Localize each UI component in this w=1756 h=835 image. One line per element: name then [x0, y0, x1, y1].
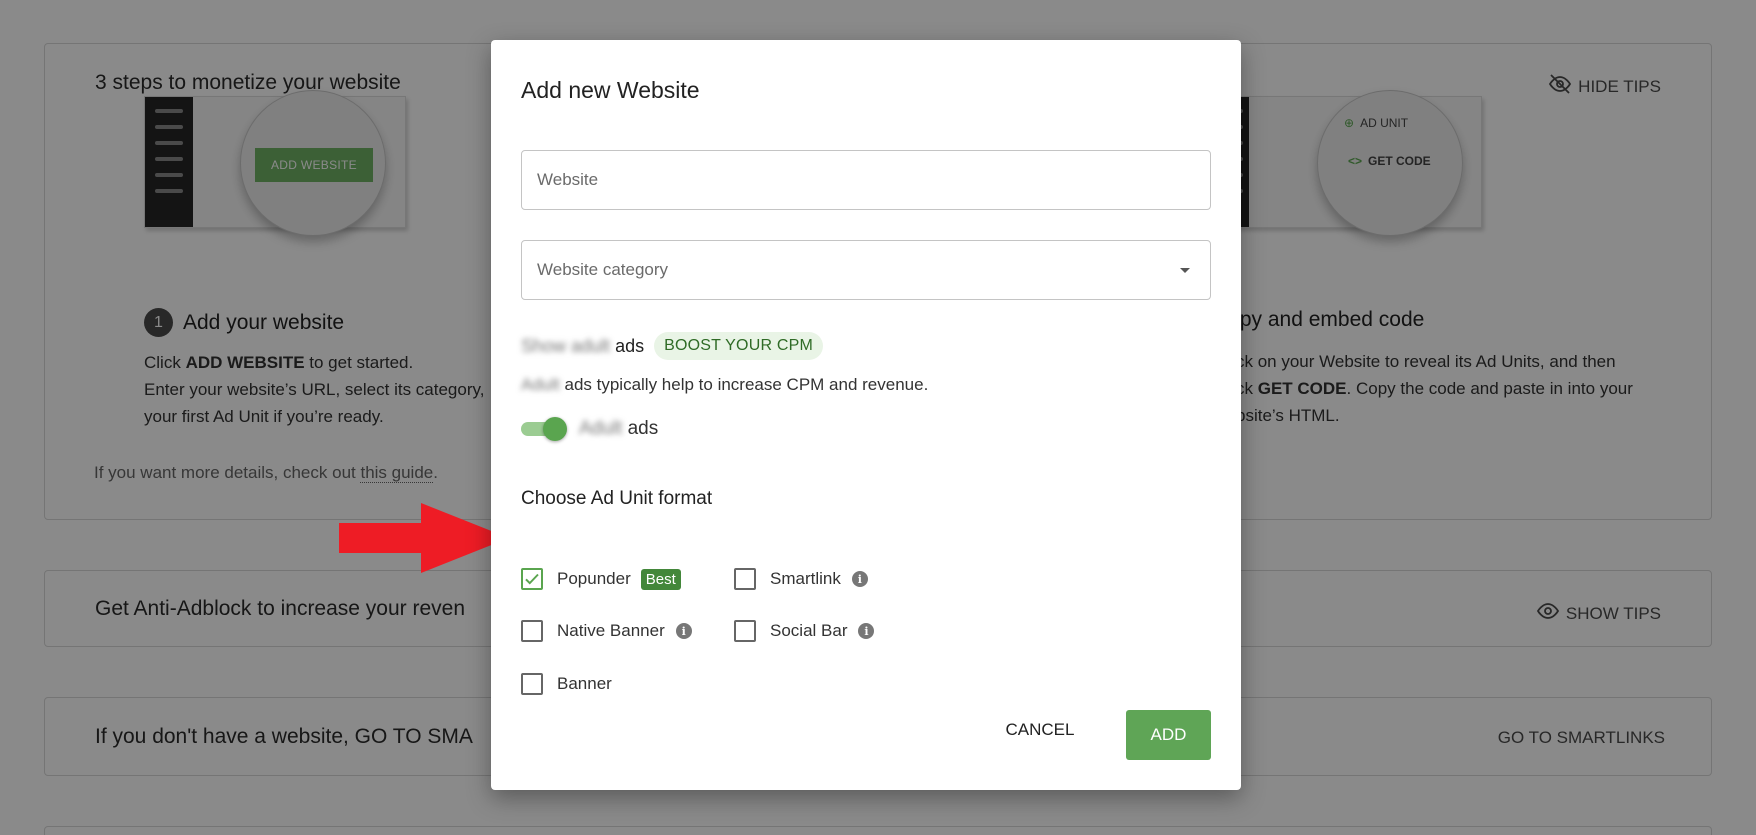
native-banner-checkbox[interactable]: [521, 620, 543, 642]
checkmark-icon: [525, 573, 539, 585]
ad-format-heading: Choose Ad Unit format: [521, 488, 713, 509]
adult-ads-toggle-row: Adult ads: [521, 417, 658, 441]
adult-ads-title: Show adult ads: [521, 336, 644, 357]
website-category-placeholder: Website category: [537, 260, 669, 279]
best-badge: Best: [640, 568, 681, 590]
native-banner-option[interactable]: Native Banner i: [521, 620, 692, 642]
add-website-dialog: Add new Website Website category Show ad…: [491, 40, 1241, 790]
dialog-title: Add new Website: [521, 77, 700, 103]
info-icon[interactable]: i: [858, 623, 875, 639]
popunder-option[interactable]: Popunder Best: [521, 568, 681, 590]
website-field[interactable]: [521, 150, 1211, 210]
native-banner-label: Native Banner: [557, 621, 665, 640]
popunder-label: Popunder: [557, 569, 631, 588]
toggle-label-text: ads: [627, 418, 659, 439]
info-icon[interactable]: i: [851, 571, 868, 587]
smartlink-option[interactable]: Smartlink i: [734, 568, 868, 590]
add-button[interactable]: ADD: [1126, 710, 1211, 760]
banner-option[interactable]: Banner: [521, 673, 612, 695]
info-icon[interactable]: i: [675, 623, 692, 639]
adult-ads-toggle-label: Adult ads: [579, 418, 658, 440]
smartlink-checkbox[interactable]: [734, 568, 756, 590]
chevron-down-icon: [1180, 268, 1190, 273]
website-category-select[interactable]: Website category: [521, 240, 1211, 300]
banner-checkbox[interactable]: [521, 673, 543, 695]
adult-ads-description: Adult ads typically help to increase CPM…: [521, 375, 928, 395]
adult-heading-text: ads: [615, 335, 645, 356]
adult-desc-blurred: Adult: [521, 375, 560, 394]
social-bar-checkbox[interactable]: [734, 620, 756, 642]
cancel-button[interactable]: CANCEL: [998, 710, 1082, 750]
boost-cpm-badge: BOOST YOUR CPM: [654, 332, 824, 360]
adult-heading-blurred: Show adult: [521, 335, 611, 356]
website-input[interactable]: [522, 151, 1210, 209]
popunder-checkbox[interactable]: [521, 568, 543, 590]
social-bar-option[interactable]: Social Bar i: [734, 620, 875, 642]
social-bar-label: Social Bar: [770, 621, 848, 640]
toggle-label-blurred: Adult: [579, 418, 623, 439]
adult-desc-text: ads typically help to increase CPM and r…: [564, 375, 929, 394]
adult-ads-toggle[interactable]: [521, 417, 567, 441]
smartlink-label: Smartlink: [770, 569, 841, 588]
adult-ads-heading: Show adult ads BOOST YOUR CPM: [521, 332, 824, 360]
red-arrow-annotation: [339, 503, 509, 573]
banner-label: Banner: [557, 674, 612, 693]
